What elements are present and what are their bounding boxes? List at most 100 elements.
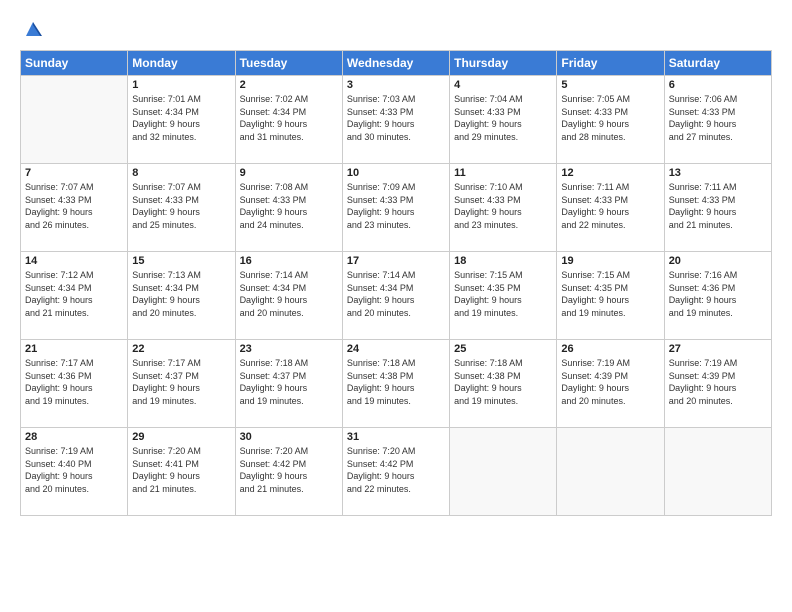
logo-icon (22, 18, 44, 40)
calendar-cell: 2 Sunrise: 7:02 AMSunset: 4:34 PMDaylight… (235, 76, 342, 164)
day-info: Sunrise: 7:19 AMSunset: 4:40 PMDaylight:… (25, 445, 123, 495)
day-info: Sunrise: 7:06 AMSunset: 4:33 PMDaylight:… (669, 93, 767, 143)
day-number: 23 (240, 343, 338, 355)
calendar-week-row: 7 Sunrise: 7:07 AMSunset: 4:33 PMDaylight… (21, 164, 772, 252)
calendar-week-row: 1 Sunrise: 7:01 AMSunset: 4:34 PMDaylight… (21, 76, 772, 164)
calendar-cell: 26 Sunrise: 7:19 AMSunset: 4:39 PMDayligh… (557, 340, 664, 428)
calendar-cell: 31 Sunrise: 7:20 AMSunset: 4:42 PMDayligh… (342, 428, 449, 516)
day-info: Sunrise: 7:04 AMSunset: 4:33 PMDaylight:… (454, 93, 552, 143)
calendar: SundayMondayTuesdayWednesdayThursdayFrid… (20, 50, 772, 516)
calendar-cell (21, 76, 128, 164)
calendar-header-tuesday: Tuesday (235, 51, 342, 76)
calendar-cell: 14 Sunrise: 7:12 AMSunset: 4:34 PMDayligh… (21, 252, 128, 340)
day-number: 27 (669, 343, 767, 355)
calendar-cell: 6 Sunrise: 7:06 AMSunset: 4:33 PMDaylight… (664, 76, 771, 164)
calendar-cell: 22 Sunrise: 7:17 AMSunset: 4:37 PMDayligh… (128, 340, 235, 428)
day-number: 1 (132, 79, 230, 91)
calendar-cell: 4 Sunrise: 7:04 AMSunset: 4:33 PMDaylight… (450, 76, 557, 164)
day-info: Sunrise: 7:19 AMSunset: 4:39 PMDaylight:… (561, 357, 659, 407)
calendar-cell: 24 Sunrise: 7:18 AMSunset: 4:38 PMDayligh… (342, 340, 449, 428)
day-number: 3 (347, 79, 445, 91)
day-info: Sunrise: 7:15 AMSunset: 4:35 PMDaylight:… (561, 269, 659, 319)
calendar-cell: 29 Sunrise: 7:20 AMSunset: 4:41 PMDayligh… (128, 428, 235, 516)
calendar-cell: 5 Sunrise: 7:05 AMSunset: 4:33 PMDaylight… (557, 76, 664, 164)
calendar-cell: 13Sunrise: 7:11 AMSunset: 4:33 PMDayligh… (664, 164, 771, 252)
calendar-header-thursday: Thursday (450, 51, 557, 76)
day-info: Sunrise: 7:20 AMSunset: 4:42 PMDaylight:… (240, 445, 338, 495)
calendar-cell: 16 Sunrise: 7:14 AMSunset: 4:34 PMDayligh… (235, 252, 342, 340)
calendar-cell: 9 Sunrise: 7:08 AMSunset: 4:33 PMDaylight… (235, 164, 342, 252)
day-info: Sunrise: 7:05 AMSunset: 4:33 PMDaylight:… (561, 93, 659, 143)
day-info: Sunrise: 7:10 AMSunset: 4:33 PMDaylight:… (454, 181, 552, 231)
day-info: Sunrise: 7:20 AMSunset: 4:42 PMDaylight:… (347, 445, 445, 495)
day-number: 22 (132, 343, 230, 355)
calendar-header-saturday: Saturday (664, 51, 771, 76)
calendar-cell: 23 Sunrise: 7:18 AMSunset: 4:37 PMDayligh… (235, 340, 342, 428)
day-number: 14 (25, 255, 123, 267)
calendar-header-monday: Monday (128, 51, 235, 76)
calendar-cell (557, 428, 664, 516)
day-info: Sunrise: 7:02 AMSunset: 4:34 PMDaylight:… (240, 93, 338, 143)
day-number: 12 (561, 167, 659, 179)
day-number: 13 (669, 167, 767, 179)
calendar-cell: 21 Sunrise: 7:17 AMSunset: 4:36 PMDayligh… (21, 340, 128, 428)
calendar-cell: 18Sunrise: 7:15 AMSunset: 4:35 PMDayligh… (450, 252, 557, 340)
calendar-cell: 25 Sunrise: 7:18 AMSunset: 4:38 PMDayligh… (450, 340, 557, 428)
day-number: 16 (240, 255, 338, 267)
day-number: 4 (454, 79, 552, 91)
day-number: 6 (669, 79, 767, 91)
day-number: 26 (561, 343, 659, 355)
calendar-header-friday: Friday (557, 51, 664, 76)
calendar-header-row: SundayMondayTuesdayWednesdayThursdayFrid… (21, 51, 772, 76)
calendar-cell: 19 Sunrise: 7:15 AMSunset: 4:35 PMDayligh… (557, 252, 664, 340)
calendar-cell: 8 Sunrise: 7:07 AMSunset: 4:33 PMDaylight… (128, 164, 235, 252)
calendar-cell: 1 Sunrise: 7:01 AMSunset: 4:34 PMDaylight… (128, 76, 235, 164)
day-number: 15 (132, 255, 230, 267)
calendar-week-row: 21 Sunrise: 7:17 AMSunset: 4:36 PMDayligh… (21, 340, 772, 428)
calendar-cell: 12 Sunrise: 7:11 AMSunset: 4:33 PMDayligh… (557, 164, 664, 252)
day-number: 9 (240, 167, 338, 179)
day-info: Sunrise: 7:01 AMSunset: 4:34 PMDaylight:… (132, 93, 230, 143)
day-number: 19 (561, 255, 659, 267)
day-info: Sunrise: 7:12 AMSunset: 4:34 PMDaylight:… (25, 269, 123, 319)
day-number: 2 (240, 79, 338, 91)
day-number: 11 (454, 167, 552, 179)
calendar-cell: 11 Sunrise: 7:10 AMSunset: 4:33 PMDayligh… (450, 164, 557, 252)
day-number: 7 (25, 167, 123, 179)
day-number: 31 (347, 431, 445, 443)
calendar-cell: 20Sunrise: 7:16 AMSunset: 4:36 PMDayligh… (664, 252, 771, 340)
day-number: 30 (240, 431, 338, 443)
day-number: 24 (347, 343, 445, 355)
calendar-cell: 10Sunrise: 7:09 AMSunset: 4:33 PMDayligh… (342, 164, 449, 252)
day-info: Sunrise: 7:11 AMSunset: 4:33 PMDaylight:… (561, 181, 659, 231)
day-info: Sunrise: 7:07 AMSunset: 4:33 PMDaylight:… (25, 181, 123, 231)
day-number: 21 (25, 343, 123, 355)
calendar-cell: 3Sunrise: 7:03 AMSunset: 4:33 PMDaylight… (342, 76, 449, 164)
calendar-cell: 7 Sunrise: 7:07 AMSunset: 4:33 PMDaylight… (21, 164, 128, 252)
day-number: 17 (347, 255, 445, 267)
calendar-cell: 28Sunrise: 7:19 AMSunset: 4:40 PMDayligh… (21, 428, 128, 516)
day-info: Sunrise: 7:20 AMSunset: 4:41 PMDaylight:… (132, 445, 230, 495)
day-info: Sunrise: 7:17 AMSunset: 4:36 PMDaylight:… (25, 357, 123, 407)
day-info: Sunrise: 7:18 AMSunset: 4:38 PMDaylight:… (347, 357, 445, 407)
day-number: 8 (132, 167, 230, 179)
calendar-cell (664, 428, 771, 516)
day-info: Sunrise: 7:14 AMSunset: 4:34 PMDaylight:… (347, 269, 445, 319)
day-number: 25 (454, 343, 552, 355)
day-info: Sunrise: 7:18 AMSunset: 4:37 PMDaylight:… (240, 357, 338, 407)
day-info: Sunrise: 7:16 AMSunset: 4:36 PMDaylight:… (669, 269, 767, 319)
calendar-header-sunday: Sunday (21, 51, 128, 76)
day-number: 18 (454, 255, 552, 267)
calendar-week-row: 28Sunrise: 7:19 AMSunset: 4:40 PMDayligh… (21, 428, 772, 516)
day-info: Sunrise: 7:17 AMSunset: 4:37 PMDaylight:… (132, 357, 230, 407)
day-info: Sunrise: 7:07 AMSunset: 4:33 PMDaylight:… (132, 181, 230, 231)
day-info: Sunrise: 7:18 AMSunset: 4:38 PMDaylight:… (454, 357, 552, 407)
day-info: Sunrise: 7:14 AMSunset: 4:34 PMDaylight:… (240, 269, 338, 319)
calendar-cell: 30 Sunrise: 7:20 AMSunset: 4:42 PMDayligh… (235, 428, 342, 516)
header (20, 18, 772, 40)
day-number: 5 (561, 79, 659, 91)
day-info: Sunrise: 7:13 AMSunset: 4:34 PMDaylight:… (132, 269, 230, 319)
day-number: 29 (132, 431, 230, 443)
day-info: Sunrise: 7:08 AMSunset: 4:33 PMDaylight:… (240, 181, 338, 231)
page: SundayMondayTuesdayWednesdayThursdayFrid… (0, 0, 792, 612)
